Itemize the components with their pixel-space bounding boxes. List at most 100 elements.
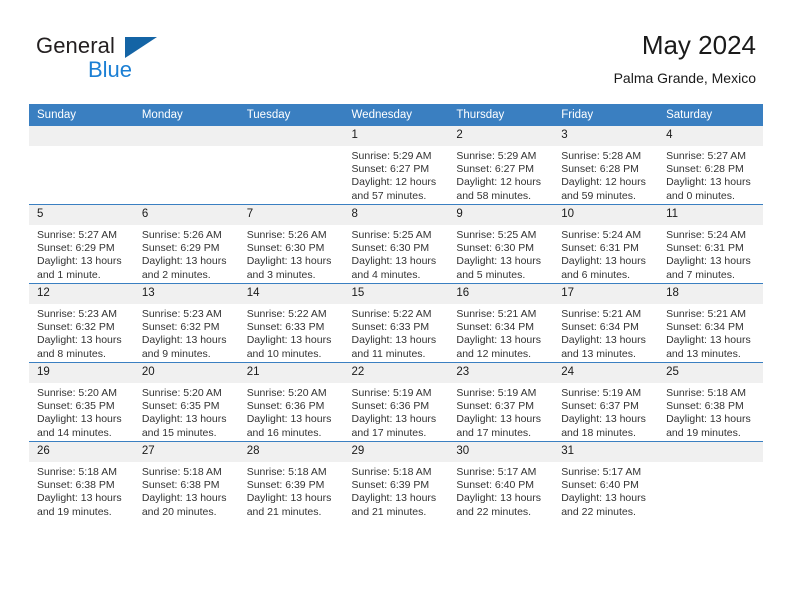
- sunrise-time: Sunrise: 5:24 AM: [561, 229, 642, 241]
- calendar-day-cell[interactable]: 14 Sunrise: 5:22 AM Sunset: 6:33 PM Dayligh…: [238, 283, 344, 363]
- daylight-line-1: Daylight: 13 hours: [141, 255, 227, 268]
- calendar-day-cell[interactable]: 17 Sunrise: 5:21 AM Sunset: 6:34 PM Dayligh…: [553, 283, 659, 363]
- sunset-time: Sunset: 6:39 PM: [246, 479, 325, 492]
- calendar-day-cell[interactable]: 31 Sunrise: 5:17 AM Sunset: 6:40 PM Dayligh…: [553, 441, 659, 520]
- calendar-day-cell[interactable]: 10 Sunrise: 5:24 AM Sunset: 6:31 PM Dayligh…: [553, 204, 659, 284]
- day-cell-inner: 27 Sunrise: 5:18 AM Sunset: 6:38 PM Dayligh…: [133, 442, 239, 520]
- calendar-day-cell[interactable]: 30 Sunrise: 5:17 AM Sunset: 6:40 PM Dayligh…: [448, 441, 554, 520]
- sunrise-time: Sunrise: 5:17 AM: [561, 466, 642, 478]
- sunrise-time: Sunrise: 5:29 AM: [456, 150, 537, 162]
- day-number: 23: [448, 363, 554, 383]
- calendar-day-cell[interactable]: 27 Sunrise: 5:18 AM Sunset: 6:38 PM Dayligh…: [133, 441, 239, 520]
- day-number: 12: [29, 284, 134, 304]
- calendar-day-cell[interactable]: 1 Sunrise: 5:29 AM Sunset: 6:27 PM Daylight…: [343, 126, 449, 205]
- daylight-line-1: Daylight: 13 hours: [666, 334, 751, 347]
- calendar-week-row: 12 Sunrise: 5:23 AM Sunset: 6:32 PM Dayligh…: [29, 283, 763, 363]
- sunrise-time: Sunrise: 5:20 AM: [246, 387, 327, 399]
- calendar-day-cell[interactable]: 13 Sunrise: 5:23 AM Sunset: 6:32 PM Dayligh…: [133, 283, 239, 363]
- day-cell-inner: 4 Sunrise: 5:27 AM Sunset: 6:28 PM Daylight…: [658, 126, 763, 204]
- day-number: 5: [29, 205, 134, 225]
- day-cell-inner: 20 Sunrise: 5:20 AM Sunset: 6:35 PM Dayligh…: [133, 363, 239, 441]
- sunrise-time: Sunrise: 5:21 AM: [456, 308, 537, 320]
- sunrise-time: Sunrise: 5:23 AM: [141, 308, 222, 320]
- day-cell-inner: 12 Sunrise: 5:23 AM Sunset: 6:32 PM Dayligh…: [29, 284, 134, 362]
- day-details: Sunrise: 5:20 AM Sunset: 6:35 PM Daylight:…: [134, 383, 239, 440]
- daylight-line-1: Daylight: 13 hours: [351, 492, 437, 505]
- calendar-day-cell[interactable]: 11 Sunrise: 5:24 AM Sunset: 6:31 PM Dayligh…: [658, 204, 763, 284]
- calendar-day-cell[interactable]: 19 Sunrise: 5:20 AM Sunset: 6:35 PM Dayligh…: [29, 362, 134, 442]
- calendar-day-cell[interactable]: 20 Sunrise: 5:20 AM Sunset: 6:35 PM Dayligh…: [133, 362, 239, 442]
- sunrise-time: Sunrise: 5:20 AM: [141, 387, 222, 399]
- day-number: 6: [133, 205, 239, 225]
- calendar-day-cell[interactable]: 9 Sunrise: 5:25 AM Sunset: 6:30 PM Daylight…: [448, 204, 554, 284]
- general-blue-logo[interactable]: General Blue: [36, 33, 166, 87]
- sunrise-time: Sunrise: 5:24 AM: [666, 229, 747, 241]
- day-cell-inner: 13 Sunrise: 5:23 AM Sunset: 6:32 PM Dayligh…: [133, 284, 239, 362]
- calendar-day-cell[interactable]: 7 Sunrise: 5:26 AM Sunset: 6:30 PM Daylight…: [238, 204, 344, 284]
- day-cell-inner: 15 Sunrise: 5:22 AM Sunset: 6:33 PM Dayligh…: [343, 284, 449, 362]
- day-details: Sunrise: 5:17 AM Sunset: 6:40 PM Daylight:…: [448, 462, 553, 519]
- sunrise-time: Sunrise: 5:27 AM: [37, 229, 117, 241]
- sunrise-time: Sunrise: 5:26 AM: [141, 229, 222, 241]
- weekday-header-tuesday: Tuesday: [238, 104, 344, 126]
- calendar-day-cell[interactable]: 18 Sunrise: 5:21 AM Sunset: 6:34 PM Dayligh…: [658, 283, 763, 363]
- day-details: Sunrise: 5:20 AM Sunset: 6:36 PM Daylight:…: [239, 383, 344, 440]
- weekday-header-wednesday: Wednesday: [343, 104, 449, 126]
- daylight-line-2: and 10 minutes.: [246, 347, 322, 360]
- calendar-day-cell[interactable]: 2 Sunrise: 5:29 AM Sunset: 6:27 PM Daylight…: [448, 126, 554, 205]
- calendar-day-cell[interactable]: 4 Sunrise: 5:27 AM Sunset: 6:28 PM Daylight…: [658, 126, 763, 205]
- calendar-day-cell[interactable]: 3 Sunrise: 5:28 AM Sunset: 6:28 PM Daylight…: [553, 126, 659, 205]
- day-number: 3: [553, 126, 659, 146]
- sunset-time: Sunset: 6:37 PM: [561, 400, 639, 413]
- sunrise-time: Sunrise: 5:25 AM: [351, 229, 432, 241]
- day-number: 30: [448, 442, 554, 462]
- day-number: 22: [343, 363, 449, 383]
- sunrise-time: Sunrise: 5:23 AM: [37, 308, 117, 320]
- sunrise-time: Sunrise: 5:17 AM: [456, 466, 537, 478]
- daylight-line-2: and 58 minutes.: [456, 189, 532, 202]
- calendar-day-cell[interactable]: 25 Sunrise: 5:18 AM Sunset: 6:38 PM Dayligh…: [658, 362, 763, 442]
- day-details: Sunrise: 5:28 AM Sunset: 6:28 PM Daylight:…: [553, 146, 658, 203]
- day-details: Sunrise: 5:19 AM Sunset: 6:37 PM Daylight:…: [553, 383, 658, 440]
- calendar-day-cell[interactable]: 24 Sunrise: 5:19 AM Sunset: 6:37 PM Dayligh…: [553, 362, 659, 442]
- calendar-day-cell[interactable]: 8 Sunrise: 5:25 AM Sunset: 6:30 PM Daylight…: [343, 204, 449, 284]
- calendar-day-cell[interactable]: 5 Sunrise: 5:27 AM Sunset: 6:29 PM Daylight…: [29, 204, 134, 284]
- day-details: Sunrise: 5:19 AM Sunset: 6:36 PM Daylight:…: [344, 383, 449, 440]
- calendar-day-cell[interactable]: 26 Sunrise: 5:18 AM Sunset: 6:38 PM Dayligh…: [29, 441, 134, 520]
- day-number: [238, 126, 344, 146]
- sunrise-time: Sunrise: 5:21 AM: [666, 308, 747, 320]
- daylight-line-2: and 22 minutes.: [456, 505, 532, 518]
- day-cell-inner: [658, 442, 763, 520]
- calendar-day-cell[interactable]: 22 Sunrise: 5:19 AM Sunset: 6:36 PM Dayligh…: [343, 362, 449, 442]
- day-cell-inner: 23 Sunrise: 5:19 AM Sunset: 6:37 PM Dayligh…: [448, 363, 554, 441]
- daylight-line-1: Daylight: 13 hours: [37, 492, 122, 505]
- calendar-day-cell[interactable]: 28 Sunrise: 5:18 AM Sunset: 6:39 PM Dayligh…: [238, 441, 344, 520]
- daylight-line-2: and 17 minutes.: [351, 426, 427, 439]
- calendar-day-cell[interactable]: 16 Sunrise: 5:21 AM Sunset: 6:34 PM Dayligh…: [448, 283, 554, 363]
- sunrise-time: Sunrise: 5:21 AM: [561, 308, 642, 320]
- calendar-day-cell[interactable]: 23 Sunrise: 5:19 AM Sunset: 6:37 PM Dayligh…: [448, 362, 554, 442]
- day-details: Sunrise: 5:26 AM Sunset: 6:30 PM Daylight:…: [239, 225, 344, 282]
- weekday-header-sunday: Sunday: [29, 104, 134, 126]
- daylight-line-1: Daylight: 13 hours: [561, 492, 646, 505]
- calendar-day-cell-empty: [658, 441, 763, 520]
- day-details: Sunrise: 5:21 AM Sunset: 6:34 PM Daylight:…: [658, 304, 763, 361]
- sunrise-time: Sunrise: 5:28 AM: [561, 150, 642, 162]
- day-details: Sunrise: 5:25 AM Sunset: 6:30 PM Daylight:…: [448, 225, 553, 282]
- calendar-day-cell[interactable]: 21 Sunrise: 5:20 AM Sunset: 6:36 PM Dayligh…: [238, 362, 344, 442]
- calendar-day-cell[interactable]: 29 Sunrise: 5:18 AM Sunset: 6:39 PM Dayligh…: [343, 441, 449, 520]
- calendar-day-cell[interactable]: 12 Sunrise: 5:23 AM Sunset: 6:32 PM Dayligh…: [29, 283, 134, 363]
- daylight-line-2: and 5 minutes.: [456, 268, 526, 281]
- daylight-line-2: and 3 minutes.: [246, 268, 316, 281]
- calendar-day-cell[interactable]: 15 Sunrise: 5:22 AM Sunset: 6:33 PM Dayligh…: [343, 283, 449, 363]
- title-block: May 2024 Palma Grande, Mexico: [614, 30, 756, 87]
- daylight-line-1: Daylight: 12 hours: [561, 176, 646, 189]
- daylight-line-2: and 19 minutes.: [37, 505, 112, 518]
- day-number: 26: [29, 442, 134, 462]
- calendar-day-cell[interactable]: 6 Sunrise: 5:26 AM Sunset: 6:29 PM Daylight…: [133, 204, 239, 284]
- day-number: 24: [553, 363, 659, 383]
- calendar-week-row: 26 Sunrise: 5:18 AM Sunset: 6:38 PM Dayligh…: [29, 441, 763, 520]
- day-cell-inner: 25 Sunrise: 5:18 AM Sunset: 6:38 PM Dayligh…: [658, 363, 763, 441]
- page-title: May 2024: [641, 30, 756, 60]
- daylight-line-2: and 2 minutes.: [141, 268, 211, 281]
